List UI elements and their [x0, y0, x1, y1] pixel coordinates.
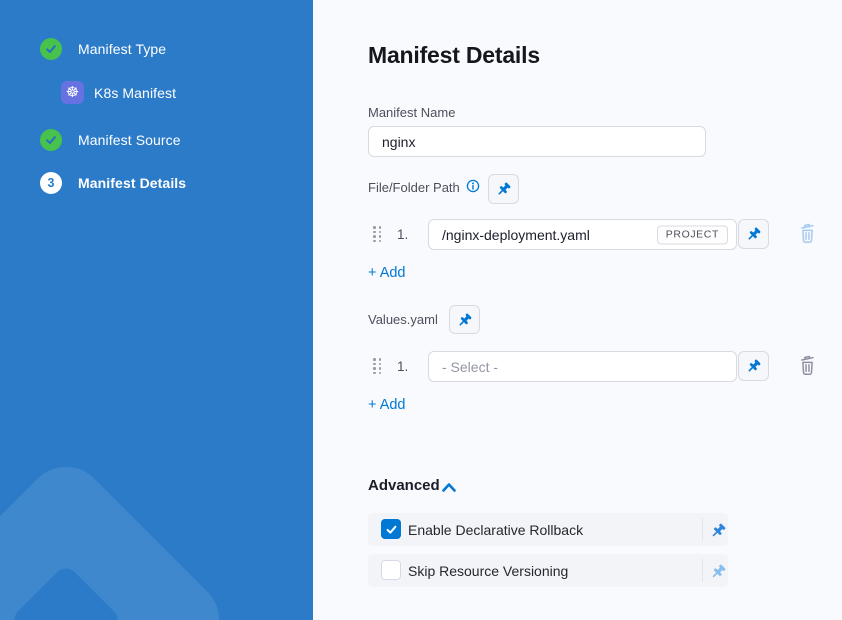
pushpin-icon: [746, 358, 762, 374]
pushpin-icon: [746, 226, 762, 242]
option-row: Enable Declarative Rollback: [368, 513, 728, 546]
collapse-advanced-button[interactable]: [441, 481, 457, 496]
step-manifest-details[interactable]: 3 Manifest Details: [40, 172, 186, 194]
file-folder-path-label: File/Folder Path: [368, 180, 460, 195]
delete-values-yaml-button[interactable]: [798, 355, 817, 379]
scope-badge: PROJECT: [657, 225, 728, 244]
advanced-section-title: Advanced: [368, 477, 440, 494]
drag-handle-dots-icon[interactable]: [373, 226, 381, 242]
file-path-pin-button[interactable]: [738, 219, 769, 249]
trash-icon: [798, 355, 817, 376]
step-label: Manifest Type: [78, 41, 166, 57]
page-title: Manifest Details: [368, 42, 540, 69]
manifest-name-label: Manifest Name: [368, 105, 455, 120]
step-manifest-source[interactable]: Manifest Source: [40, 129, 181, 151]
pushpin-icon: [710, 522, 727, 539]
option-pin-button[interactable]: [708, 520, 728, 540]
values-yaml-row-pin-button[interactable]: [738, 351, 769, 381]
skip-resource-versioning-checkbox[interactable]: [381, 560, 401, 580]
step-label: Manifest Source: [78, 132, 181, 148]
row-index: 1.: [397, 359, 408, 374]
values-yaml-select[interactable]: [428, 351, 737, 382]
info-circle-icon[interactable]: [466, 179, 480, 193]
wizard-sidebar: Manifest Type ☸ K8s Manifest Manifest So…: [0, 0, 313, 620]
option-pin-button[interactable]: [708, 561, 728, 581]
chevron-up-icon: [441, 482, 457, 493]
step-number-badge: 3: [40, 172, 62, 194]
substep-k8s-manifest[interactable]: ☸ K8s Manifest: [61, 81, 176, 104]
kubernetes-wheel-icon: ☸: [61, 81, 84, 104]
check-circle-icon: [40, 38, 62, 60]
pushpin-icon: [457, 312, 473, 328]
file-folder-path-pin-button[interactable]: [488, 174, 519, 204]
add-values-yaml-button[interactable]: + Add: [368, 397, 406, 413]
file-path-field-wrap: PROJECT: [428, 219, 737, 250]
check-circle-icon: [40, 129, 62, 151]
values-yaml-pin-button[interactable]: [449, 305, 480, 334]
enable-declarative-rollback-checkbox[interactable]: [381, 519, 401, 539]
step-manifest-type[interactable]: Manifest Type: [40, 38, 166, 60]
values-yaml-label: Values.yaml: [368, 312, 438, 327]
option-row: Skip Resource Versioning: [368, 554, 728, 587]
add-file-path-button[interactable]: + Add: [368, 265, 406, 281]
trash-icon: [798, 223, 817, 244]
manifest-name-input[interactable]: [368, 126, 706, 157]
row-index: 1.: [397, 227, 408, 242]
step-label: Manifest Details: [78, 175, 186, 191]
pushpin-icon: [710, 563, 727, 580]
delete-file-path-button[interactable]: [798, 223, 817, 247]
drag-handle-dots-icon[interactable]: [373, 358, 381, 374]
divider: [702, 559, 703, 582]
option-label: Skip Resource Versioning: [408, 554, 568, 587]
option-label: Enable Declarative Rollback: [408, 513, 583, 546]
substep-label: K8s Manifest: [94, 85, 176, 101]
pushpin-icon: [496, 181, 512, 197]
divider: [702, 518, 703, 541]
